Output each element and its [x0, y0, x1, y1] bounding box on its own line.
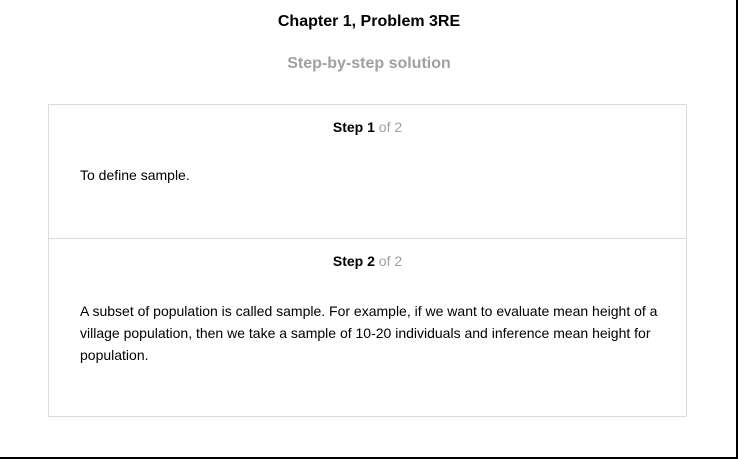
solution-heading: Step-by-step solution: [287, 55, 451, 72]
step-section-2: Step 2 of 2 A subset of population is ca…: [49, 239, 686, 416]
step-word: Step: [332, 253, 364, 269]
chapter-title: Chapter 1, Problem 3RE: [277, 13, 461, 30]
step-number: 2: [367, 253, 375, 269]
step-number: 1: [367, 119, 375, 135]
step-section-1: Step 1 of 2 To define sample.: [49, 105, 686, 239]
steps-card: Step 1 of 2 To define sample. Step 2 of …: [48, 104, 687, 417]
step-header-1: Step 1 of 2: [49, 118, 686, 136]
step-header-2: Step 2 of 2: [49, 252, 686, 270]
step-total: of 2: [378, 119, 403, 135]
step-total: of 2: [378, 253, 403, 269]
step-label: Step 1: [333, 119, 375, 135]
step-word: Step: [332, 119, 364, 135]
step-text-2: A subset of population is called sample.…: [80, 303, 658, 363]
step-text-1: To define sample.: [80, 167, 190, 183]
step-label: Step 2: [333, 253, 375, 269]
